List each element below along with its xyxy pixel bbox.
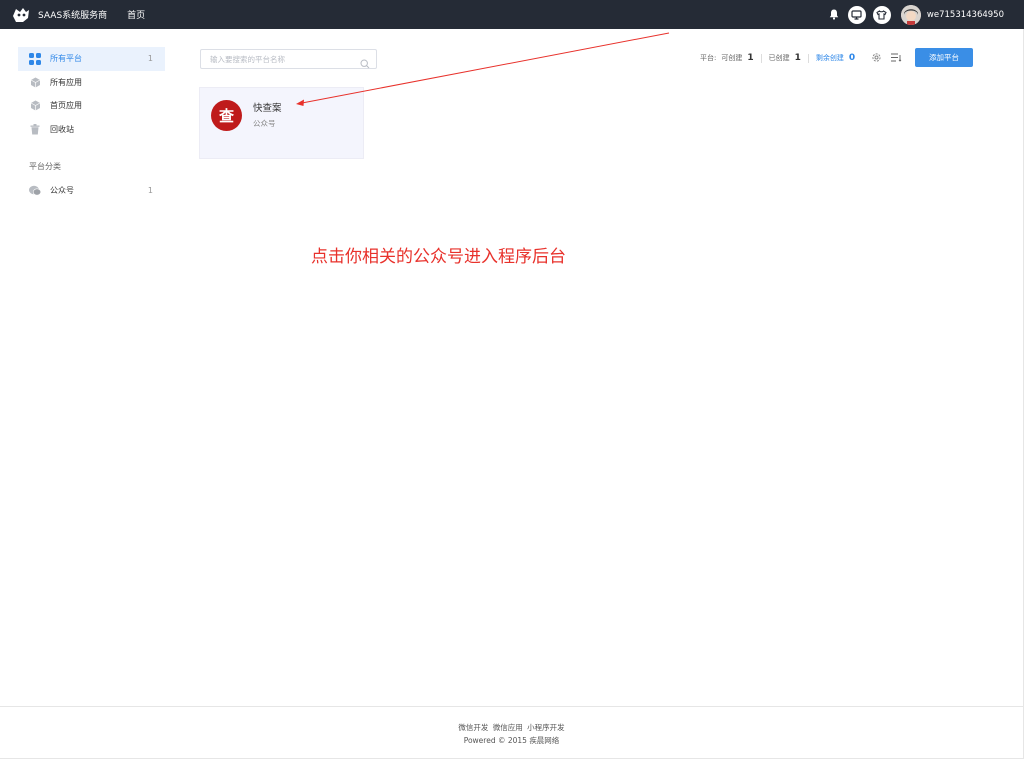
topbar-actions: we715314364950 (829, 0, 1024, 29)
brand-logo[interactable]: SAAS系统服务商 (11, 6, 107, 24)
platform-stats: 平台: 可创建 1 已创建 1 剩余创建 0 (700, 48, 855, 68)
username[interactable]: we715314364950 (927, 10, 1004, 20)
stats-remaining-value: 0 (848, 53, 856, 63)
top-navigation-bar: SAAS系统服务商 首页 we715314364950 (0, 0, 1024, 29)
sidebar: 所有平台 1 所有应用 首页应用 回收站 平台分类 公众号 1 (18, 47, 165, 203)
stats-platform-label: 平台: (700, 54, 717, 62)
cube-icon (29, 76, 41, 88)
search-input[interactable] (201, 54, 351, 64)
shirt-icon[interactable] (872, 5, 891, 24)
user-avatar[interactable] (900, 4, 921, 25)
stats-created-value: 1 (794, 53, 801, 63)
grid-icon (29, 52, 41, 65)
bell-icon[interactable] (829, 9, 839, 20)
logo-icon (13, 7, 29, 22)
footer-link[interactable]: 微信开发 (458, 723, 488, 732)
add-platform-button[interactable]: 添加平台 (915, 48, 973, 67)
stats-can-create-value: 1 (747, 53, 754, 63)
platform-title[interactable]: 快查案 (253, 100, 282, 114)
sidebar-item-label: 公众号 (50, 186, 74, 196)
divider (807, 53, 809, 63)
sidebar-item-label: 所有应用 (50, 77, 82, 87)
footer-link[interactable]: 微信应用 (493, 723, 523, 732)
wechat-icon (29, 185, 41, 197)
sidebar-item-count: 1 (147, 54, 153, 63)
settings-icon[interactable] (871, 52, 882, 63)
sidebar-item-all-platforms[interactable]: 所有平台 1 (18, 47, 165, 71)
sidebar-item-label: 所有平台 (50, 54, 82, 64)
sidebar-section-title: 平台分类 (29, 162, 61, 171)
platform-type: 公众号 (253, 119, 276, 128)
stats-can-create-label: 可创建 (721, 54, 743, 62)
footer-copyright: Powered © 2015 疾晨网络 (463, 736, 560, 745)
sidebar-item-recycle-bin[interactable]: 回收站 (18, 118, 165, 142)
platform-logo-text: 查 (218, 107, 234, 125)
footer-links: 微信开发 微信应用 小程序开发 (0, 722, 1023, 733)
monitor-icon[interactable] (847, 5, 866, 24)
nav-home-link[interactable]: 首页 (127, 8, 145, 21)
sidebar-item-count: 1 (147, 186, 153, 195)
divider (760, 53, 762, 63)
stats-created-label: 已创建 (768, 54, 790, 62)
brand-name: SAAS系统服务商 (38, 11, 108, 21)
footer: 微信开发 微信应用 小程序开发 Powered © 2015 疾晨网络 (0, 706, 1023, 758)
cube-icon (29, 100, 41, 112)
sidebar-item-home-apps[interactable]: 首页应用 (18, 94, 165, 118)
platform-card[interactable]: 查 快查案 公众号 (199, 87, 364, 159)
stats-remaining-label: 剩余创建 (815, 54, 844, 62)
footer-link[interactable]: 小程序开发 (527, 723, 565, 732)
platform-logo: 查 (211, 100, 242, 131)
annotation-text: 点击你相关的公众号进入程序后台 (311, 247, 566, 267)
list-tools (871, 52, 911, 63)
page: SAAS系统服务商 首页 we715314364950 所有平台 1 所有应用 … (0, 0, 1024, 759)
trash-icon (29, 123, 41, 135)
search-icon[interactable] (360, 54, 370, 73)
sort-list-icon[interactable] (891, 53, 902, 62)
sidebar-item-label: 首页应用 (50, 101, 82, 111)
sidebar-item-label: 回收站 (50, 124, 74, 134)
sidebar-item-all-apps[interactable]: 所有应用 (18, 71, 165, 95)
platform-search (200, 49, 377, 69)
sidebar-item-official-account[interactable]: 公众号 1 (18, 179, 165, 203)
